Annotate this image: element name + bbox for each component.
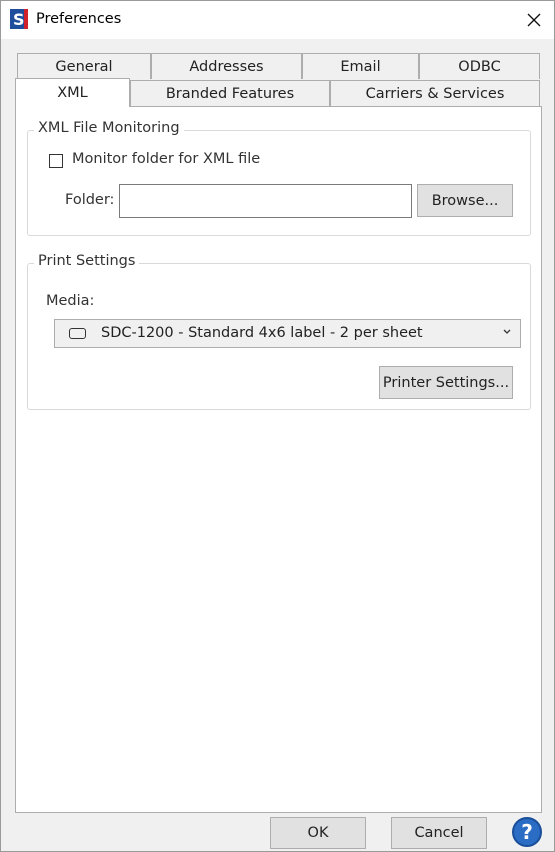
dialog-client-area: General Addresses Email ODBC XML Branded… — [1, 39, 554, 851]
close-icon — [527, 13, 541, 27]
xml-tab-panel: XML File Monitoring Monitor folder for X… — [15, 106, 542, 813]
folder-label: Folder: — [65, 192, 115, 208]
xml-file-monitoring-title: XML File Monitoring — [34, 120, 184, 136]
close-button[interactable] — [519, 5, 549, 35]
print-settings-title: Print Settings — [34, 253, 140, 269]
tab-email[interactable]: Email — [302, 53, 419, 79]
xml-file-monitoring-group: XML File Monitoring Monitor folder for X… — [27, 120, 531, 236]
tab-xml[interactable]: XML — [15, 78, 130, 107]
cancel-button[interactable]: Cancel — [391, 817, 487, 849]
print-settings-group: Print Settings Media: SDC-1200 - Standar… — [27, 253, 531, 410]
monitor-folder-label[interactable]: Monitor folder for XML file — [72, 151, 260, 167]
media-select[interactable]: SDC-1200 - Standard 4x6 label - 2 per sh… — [54, 319, 521, 348]
folder-input[interactable] — [119, 184, 412, 218]
tab-general[interactable]: General — [17, 53, 151, 79]
window-title: Preferences — [36, 11, 122, 27]
svg-text:S: S — [13, 10, 25, 29]
media-selected-value: SDC-1200 - Standard 4x6 label - 2 per sh… — [101, 325, 423, 341]
help-icon: ? — [521, 820, 533, 844]
ok-button[interactable]: OK — [270, 817, 366, 849]
browse-button[interactable]: Browse... — [417, 184, 513, 217]
title-bar[interactable]: S Preferences — [1, 1, 554, 39]
tab-odbc[interactable]: ODBC — [419, 53, 540, 79]
monitor-folder-checkbox[interactable] — [49, 154, 63, 168]
app-logo-icon: S — [10, 9, 30, 31]
label-media-icon — [69, 328, 86, 339]
chevron-down-icon — [503, 329, 511, 334]
tab-addresses[interactable]: Addresses — [151, 53, 302, 79]
media-label: Media: — [46, 293, 95, 309]
tab-carriers-services[interactable]: Carriers & Services — [330, 80, 540, 106]
help-button[interactable]: ? — [512, 817, 542, 847]
preferences-window: S Preferences General Addresses Email OD… — [0, 0, 555, 852]
tab-branded-features[interactable]: Branded Features — [130, 80, 330, 106]
printer-settings-button[interactable]: Printer Settings... — [379, 366, 513, 399]
